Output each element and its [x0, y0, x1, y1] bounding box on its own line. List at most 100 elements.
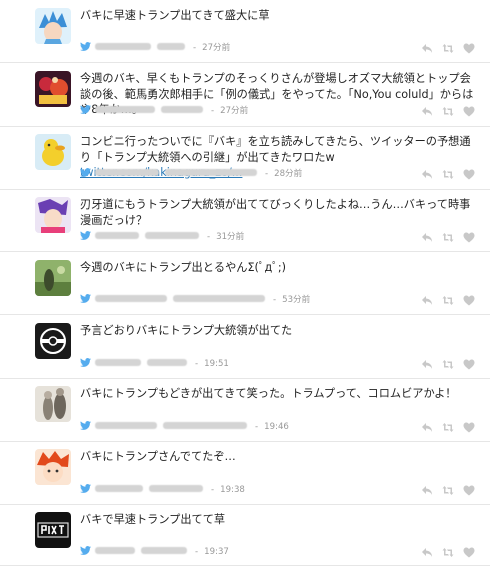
twitter-bird-icon [80, 168, 91, 177]
tweet-item: 今週のバキにトランプ出とるやんΣ(ﾟдﾟ;) -53分前 [0, 251, 490, 315]
tweet-timestamp[interactable]: 31分前 [216, 232, 244, 242]
tweet-item: 刃牙道にもうトランプ大統領が出ててびっくりしたよね…うん…バキって時事漫画だっけ… [0, 189, 490, 252]
avatar[interactable] [35, 449, 71, 485]
retweet-icon[interactable] [442, 43, 454, 54]
tweet-item: コンビニ行ったついでに『バキ』を立ち読みしてきたら、ツイッターの予想通り「トラン… [0, 126, 490, 190]
blurred-handle [173, 295, 265, 303]
twitter-bird-icon [80, 358, 91, 367]
reply-icon[interactable] [421, 422, 433, 433]
blurred-username [95, 547, 135, 555]
heart-icon[interactable] [463, 422, 475, 433]
tweet-meta: -19:51 [80, 358, 229, 370]
reply-icon[interactable] [421, 43, 433, 54]
tweet-text: 今週のバキにトランプ出とるやんΣ(ﾟдﾟ;) [80, 261, 286, 274]
avatar[interactable] [35, 71, 71, 107]
tweet-timeline: バキに早速トランプ出てきて盛大に草 -27分前 今週のバキ、早くもトランプのそっ… [0, 0, 490, 566]
heart-icon[interactable] [463, 169, 475, 180]
blurred-handle [145, 232, 199, 240]
reply-icon[interactable] [421, 295, 433, 306]
reply-icon[interactable] [421, 359, 433, 370]
blurred-username [95, 169, 159, 177]
tweet-timestamp[interactable]: 27分前 [202, 43, 230, 53]
tweet-actions [421, 546, 475, 558]
tweet-timestamp[interactable]: 53分前 [282, 295, 310, 305]
blurred-username [95, 232, 139, 240]
tweet-item: バキにトランプもどきが出てきて笑った。トラムプって、コロムビアかよ！ -19:4… [0, 378, 490, 442]
retweet-icon[interactable] [442, 295, 454, 306]
heart-icon[interactable] [463, 232, 475, 243]
tweet-timestamp[interactable]: 19:46 [264, 422, 289, 432]
blurred-handle [163, 422, 247, 430]
tweet-text: バキにトランプもどきが出てきて笑った。トラムプって、コロムビアかよ！ [80, 387, 457, 400]
reply-icon[interactable] [421, 547, 433, 558]
blurred-username [95, 106, 155, 114]
blurred-username [95, 359, 141, 367]
heart-icon[interactable] [463, 43, 475, 54]
tweet-actions [421, 168, 475, 180]
tweet-meta: -19:37 [80, 546, 229, 558]
tweet-item: バキにトランプさんでてたぞ… -19:38 [0, 441, 490, 505]
tweet-item: 予言どおりバキにトランプ大統領が出てた -19:51 [0, 314, 490, 379]
tweet-meta: -19:46 [80, 421, 289, 433]
reply-icon[interactable] [421, 232, 433, 243]
blurred-username [95, 422, 157, 430]
tweet-meta: -27分前 [80, 42, 230, 54]
retweet-icon[interactable] [442, 106, 454, 117]
avatar[interactable] [35, 197, 71, 233]
blurred-handle [165, 169, 257, 177]
blurred-username [95, 43, 151, 51]
heart-icon[interactable] [463, 547, 475, 558]
twitter-bird-icon [80, 484, 91, 493]
avatar[interactable] [35, 323, 71, 359]
twitter-bird-icon [80, 421, 91, 430]
twitter-bird-icon [80, 105, 91, 114]
avatar[interactable] [35, 134, 71, 170]
tweet-meta: -28分前 [80, 168, 302, 180]
retweet-icon[interactable] [442, 422, 454, 433]
tweet-meta: -19:38 [80, 484, 245, 496]
blurred-handle [141, 547, 187, 555]
twitter-bird-icon [80, 294, 91, 303]
heart-icon[interactable] [463, 295, 475, 306]
tweet-actions [421, 294, 475, 306]
tweet-item: バキで早速トランプ出てて草 -19:37 [0, 504, 490, 566]
tweet-text: バキで早速トランプ出てて草 [80, 513, 226, 526]
tweet-text: 予言どおりバキにトランプ大統領が出てた [80, 324, 293, 337]
tweet-timestamp[interactable]: 27分前 [220, 106, 248, 116]
tweet-text: 刃牙道にもうトランプ大統領が出ててびっくりしたよね…うん…バキって時事漫画だっけ… [80, 198, 471, 227]
tweet-item: 今週のバキ、早くもトランプのそっくりさんが登場しオズマ大統領とトップ会談の後、範… [0, 62, 490, 127]
twitter-bird-icon [80, 231, 91, 240]
tweet-timestamp[interactable]: 19:37 [204, 547, 229, 557]
tweet-timestamp[interactable]: 19:38 [220, 485, 245, 495]
retweet-icon[interactable] [442, 169, 454, 180]
tweet-timestamp[interactable]: 19:51 [204, 359, 229, 369]
retweet-icon[interactable] [442, 359, 454, 370]
tweet-timestamp[interactable]: 28分前 [274, 169, 302, 179]
tweet-meta: -53分前 [80, 294, 310, 306]
tweet-actions [421, 231, 475, 243]
avatar[interactable] [35, 512, 71, 548]
heart-icon[interactable] [463, 485, 475, 496]
reply-icon[interactable] [421, 106, 433, 117]
avatar[interactable] [35, 8, 71, 44]
blurred-handle [157, 43, 185, 51]
retweet-icon[interactable] [442, 485, 454, 496]
tweet-text-body: コンビニ行ったついでに『バキ』を立ち読みしてきたら、ツイッターの予想通り「トラン… [80, 135, 471, 164]
tweet-actions [421, 421, 475, 433]
tweet-actions [421, 42, 475, 54]
heart-icon[interactable] [463, 106, 475, 117]
avatar[interactable] [35, 260, 71, 296]
blurred-handle [147, 359, 187, 367]
blurred-handle [149, 485, 203, 493]
retweet-icon[interactable] [442, 232, 454, 243]
avatar[interactable] [35, 386, 71, 422]
reply-icon[interactable] [421, 169, 433, 180]
tweet-actions [421, 484, 475, 496]
tweet-text: バキに早速トランプ出てきて盛大に草 [80, 9, 270, 22]
reply-icon[interactable] [421, 485, 433, 496]
heart-icon[interactable] [463, 359, 475, 370]
tweet-actions [421, 105, 475, 117]
blurred-username [95, 485, 143, 493]
tweet-meta: -31分前 [80, 231, 244, 243]
retweet-icon[interactable] [442, 547, 454, 558]
